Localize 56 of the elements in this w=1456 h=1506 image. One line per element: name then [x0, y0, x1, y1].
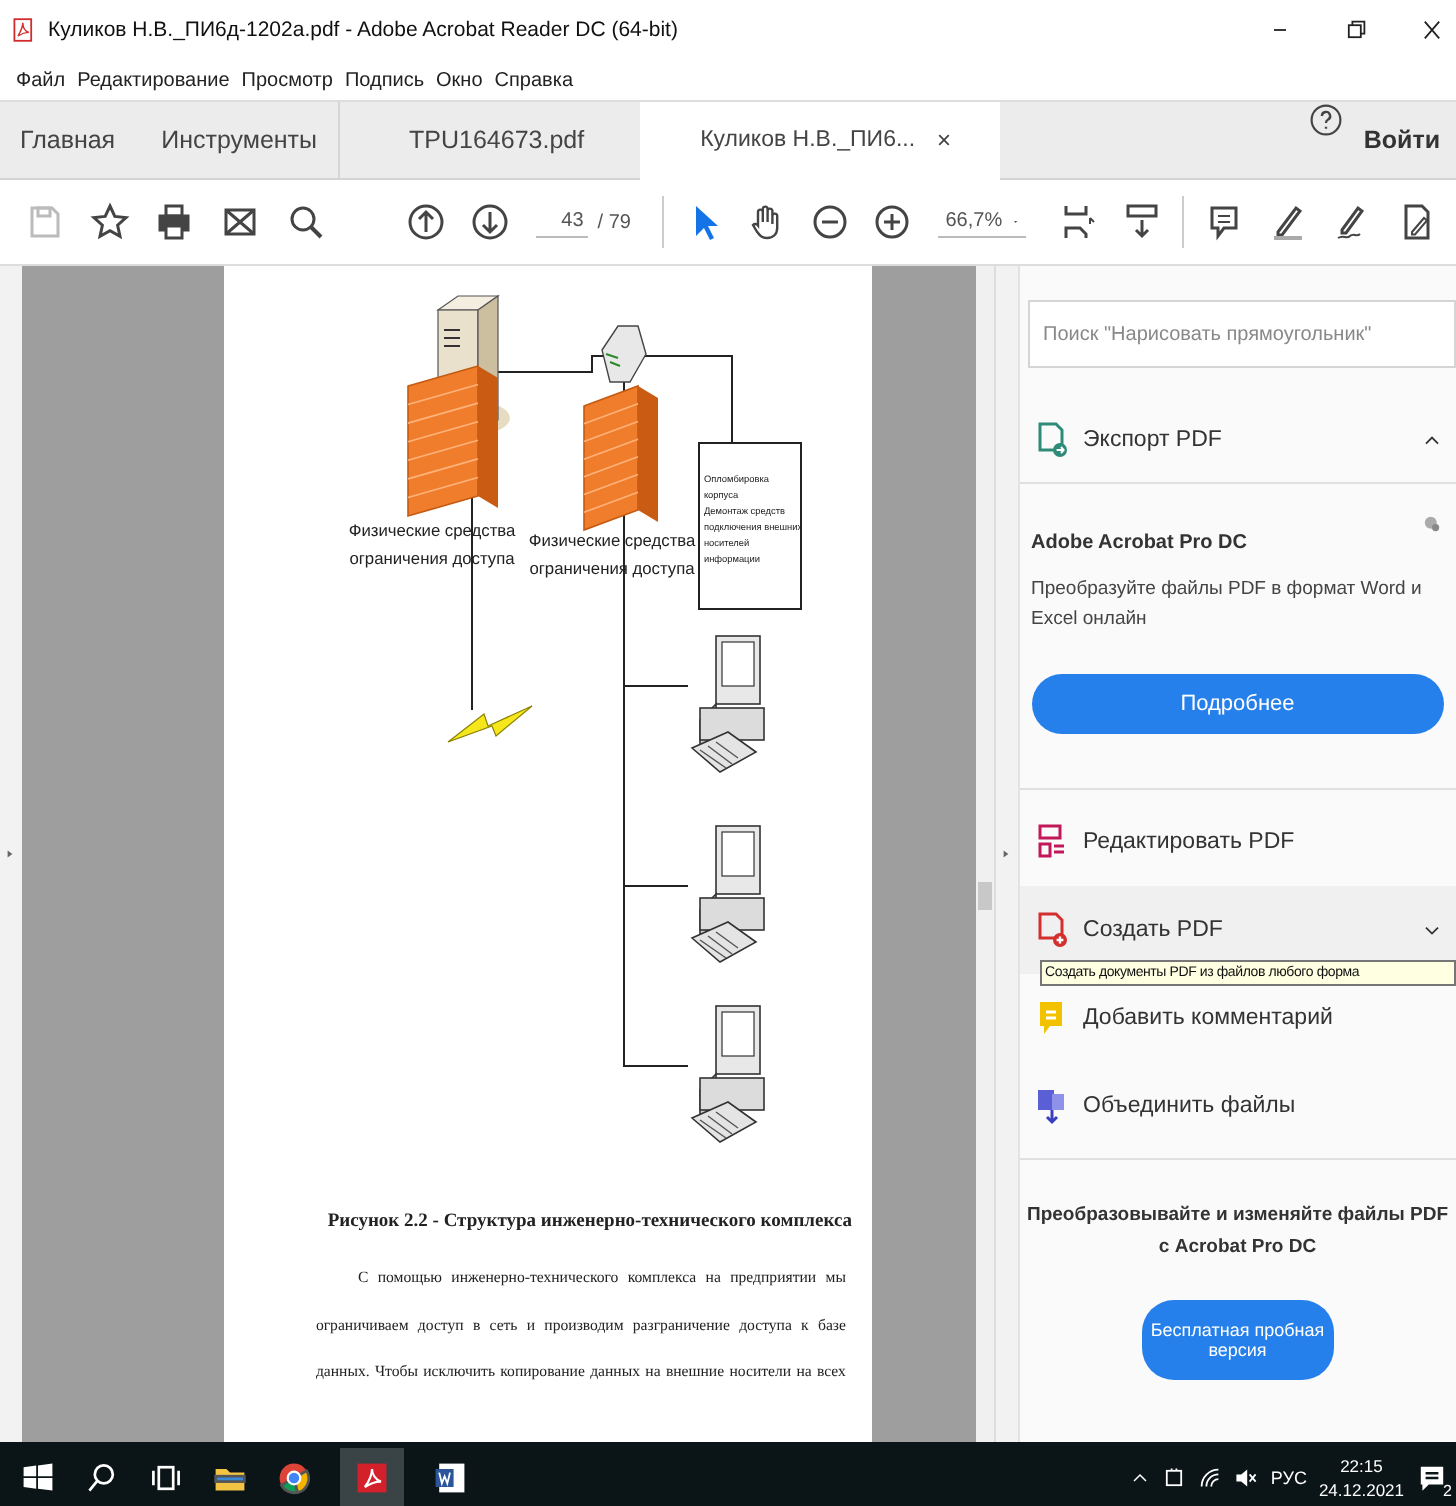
menu-item[interactable]: Подпись: [344, 69, 425, 91]
promo-text: Преобразуйте файлы PDF в формат Word и Excel онлайн: [1031, 576, 1424, 634]
word-icon[interactable]: [432, 1459, 468, 1495]
search-icon[interactable]: [84, 1459, 120, 1495]
browser-icon[interactable]: [276, 1459, 312, 1495]
help-icon[interactable]: [1307, 102, 1344, 138]
export-pdf-row[interactable]: Экспорт PDF: [1019, 396, 1456, 484]
computer-drawing: [690, 635, 765, 773]
promo-heading: Преобразовывайте и изменяйте файлы PDF с Acrobat Pro DC: [1025, 1202, 1450, 1262]
tab[interactable]: Главная: [0, 102, 136, 178]
switch-drawing: [601, 325, 647, 383]
restore-icon[interactable]: [1344, 18, 1368, 42]
language-indicator[interactable]: РУС: [1270, 1467, 1307, 1487]
scrollbar-thumb[interactable]: [978, 882, 993, 910]
arrow-up-circle-icon[interactable]: [406, 202, 447, 242]
star-icon[interactable]: [89, 202, 130, 242]
expand-right-icon[interactable]: [1000, 846, 1013, 862]
arrow-down-circle-icon[interactable]: [470, 202, 511, 242]
search-field[interactable]: Поиск "Нарисовать прямоугольник": [1027, 300, 1456, 368]
computer-drawing: [690, 1005, 765, 1143]
lightning-icon: [447, 705, 533, 743]
notification-count: 2: [1443, 1481, 1452, 1499]
tab[interactable]: Инструменты: [135, 102, 338, 178]
windows-start-icon[interactable]: [20, 1459, 56, 1495]
scroll-mode-icon[interactable]: [1122, 202, 1163, 242]
clock[interactable]: 22:15 24.12.2021: [1318, 1453, 1404, 1501]
zoom-in-icon[interactable]: [872, 202, 913, 242]
volume-muted-icon[interactable]: [1234, 1465, 1259, 1489]
close-icon[interactable]: [1420, 16, 1444, 44]
menu-item[interactable]: Просмотр: [241, 69, 333, 91]
zoom-dropdown[interactable]: 66,7%: [937, 206, 1026, 238]
figure-caption: Рисунок 2.2 - Структура инженерно-технического комплекса: [325, 1212, 855, 1232]
window-title: Куликов Н.В._ПИ6д-1202a.pdf - Adobe Acrobat Reader DC (64-bit): [48, 18, 680, 42]
network-icon[interactable]: [1162, 1465, 1187, 1489]
expand-left-icon[interactable]: [4, 846, 17, 862]
learn-more-button[interactable]: Подробнее: [1031, 674, 1444, 734]
search-icon[interactable]: [285, 202, 326, 242]
free-trial-button[interactable]: Бесплатная пробная версия: [1141, 1300, 1334, 1380]
menu-item[interactable]: Окно: [436, 69, 483, 91]
wifi-icon[interactable]: [1198, 1465, 1223, 1489]
sign-in-button[interactable]: Войти: [1343, 102, 1456, 178]
promo-title: Adobe Acrobat Pro DC: [1031, 532, 1247, 554]
tab[interactable]: Куликов Н.В._ПИ6...: [640, 102, 1001, 180]
menu-item[interactable]: Файл: [16, 69, 66, 91]
print-icon[interactable]: [154, 202, 195, 242]
computer-drawing: [690, 825, 765, 963]
notification-icon[interactable]: [1416, 1461, 1448, 1493]
page-number-field[interactable]: 43: [535, 206, 588, 238]
page-count: / 79: [597, 211, 631, 233]
menu-item[interactable]: Справка: [494, 69, 574, 91]
acrobat-icon[interactable]: [354, 1459, 390, 1495]
tool-item[interactable]: Редактировать PDF: [1019, 798, 1456, 886]
tool-item[interactable]: Объединить файлы: [1019, 1062, 1456, 1150]
zoom-out-icon[interactable]: [809, 202, 850, 242]
menu-item[interactable]: Редактирование: [77, 69, 230, 91]
acrobat-logo-icon: [12, 18, 36, 42]
